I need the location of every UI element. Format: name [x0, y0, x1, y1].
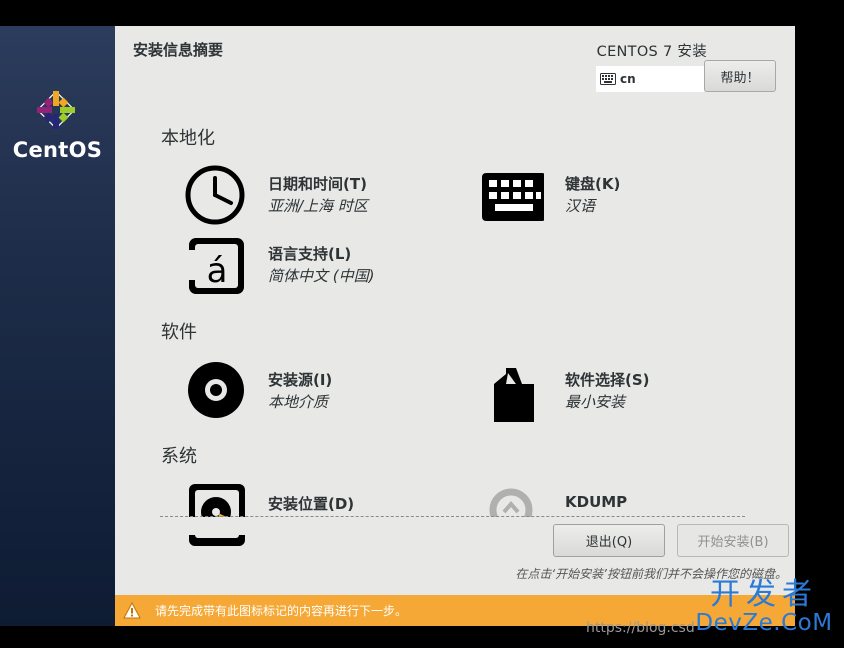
begin-installation-button[interactable]: 开始安装(B) [677, 524, 789, 557]
centos-logo-icon [36, 90, 76, 130]
watermark-url: https://blog.csd [586, 620, 695, 636]
datetime-name: 日期和时间(T) [268, 175, 367, 193]
keyboard-small-icon [600, 73, 616, 85]
kdump-name: KDUMP [565, 493, 628, 511]
section-localization: 本地化 [161, 128, 215, 149]
language-icon: á [188, 238, 244, 294]
watermark-brand: 开发者 DevZe.CoM [686, 580, 842, 635]
language-status: 简体中文 (中国) [268, 267, 375, 285]
section-software: 软件 [161, 322, 197, 343]
section-system: 系统 [161, 446, 197, 467]
datetime-status: 亚洲/上海 时区 [268, 197, 368, 215]
source-status: 本地介质 [268, 393, 329, 411]
warning-icon [123, 601, 141, 618]
centos-brand: CentOS [12, 138, 103, 162]
keyboard-name: 键盘(K) [565, 175, 621, 193]
help-button[interactable]: 帮助！ [704, 60, 776, 92]
spoke-language[interactable]: á 语言支持(L) 简体中文 (中国) [185, 234, 445, 294]
software-selection-status: 最小安装 [565, 393, 626, 411]
source-name: 安装源(I) [268, 371, 333, 389]
spoke-installation-source[interactable]: 安装源(I) 本地介质 [185, 360, 445, 420]
keyboard-status: 汉语 [565, 197, 596, 215]
package-icon [494, 368, 534, 422]
keyboard-layout-indicator[interactable]: cn [596, 66, 704, 92]
page-title: 安装信息摘要 [133, 41, 224, 59]
watermark-brand-zh: 开发者 [710, 577, 818, 612]
software-selection-name: 软件选择(S) [565, 371, 650, 389]
warning-text: 请先完成带有此图标标记的内容再进行下一步。 [155, 604, 408, 618]
language-name: 语言支持(L) [268, 245, 352, 263]
quit-button[interactable]: 退出(Q) [553, 524, 665, 557]
kdump-icon [489, 488, 533, 532]
spoke-software-selection[interactable]: 软件选择(S) 最小安装 [482, 360, 742, 422]
watermark-brand-en: DevZe.CoM [695, 610, 833, 636]
installation-summary-panel: 安装信息摘要 CENTOS 7 安装 cn 帮助！ 本地化 日期和时间(T) 亚… [115, 26, 795, 595]
spoke-installation-destination[interactable]: 安装位置(D) [185, 484, 445, 546]
sidebar: CentOS [0, 26, 115, 626]
installer-title: CENTOS 7 安装 [596, 44, 707, 60]
destination-name: 安装位置(D) [268, 495, 355, 513]
keyboard-layout-label: cn [620, 72, 636, 86]
scroll-divider [160, 516, 745, 517]
spoke-datetime[interactable]: 日期和时间(T) 亚洲/上海 时区 [185, 164, 445, 225]
disc-icon [188, 362, 244, 418]
clock-icon [185, 165, 245, 225]
harddisk-icon [189, 484, 245, 546]
svg-text:á: á [207, 251, 228, 291]
spoke-keyboard[interactable]: 键盘(K) 汉语 [482, 164, 742, 224]
keyboard-icon [482, 173, 544, 221]
